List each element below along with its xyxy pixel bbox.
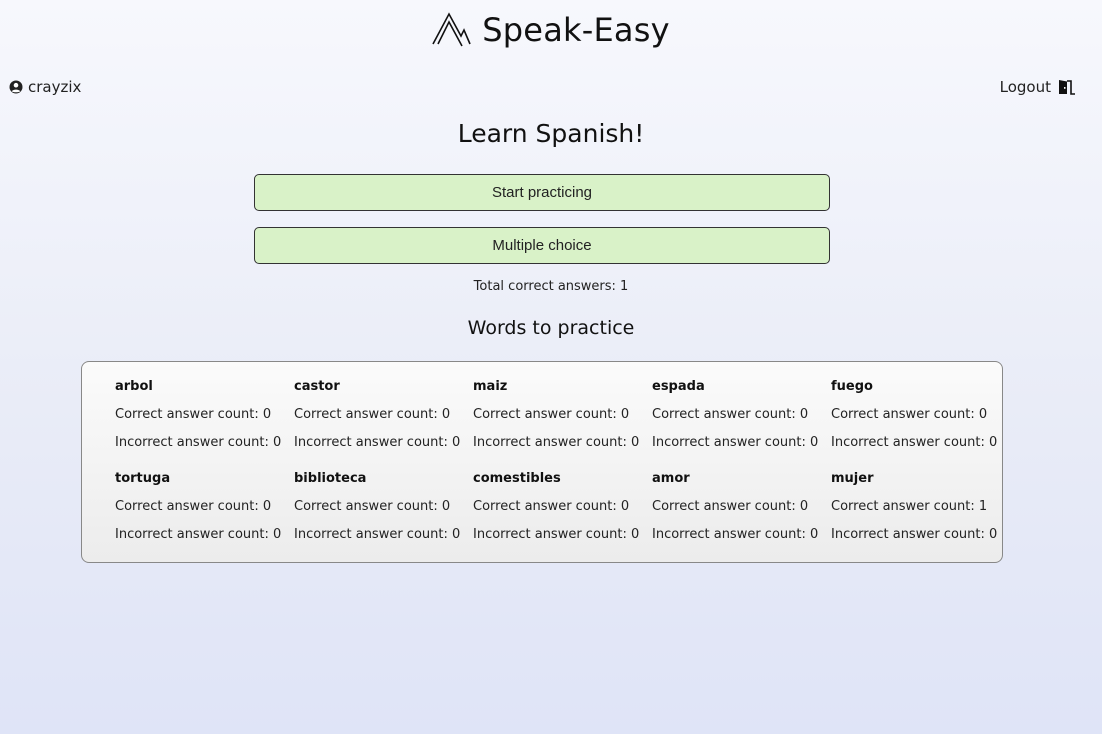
word-text: fuego: [831, 379, 873, 394]
app-logo[interactable]: Speak-Easy: [432, 10, 670, 50]
correct-count: Correct answer count: 0: [294, 407, 451, 422]
word-text: castor: [294, 379, 340, 394]
total-correct-answers: Total correct answers: 1: [473, 279, 629, 294]
incorrect-count: Incorrect answer count: 0: [652, 527, 819, 542]
incorrect-count: Incorrect answer count: 0: [652, 435, 819, 450]
mountain-logo-icon: [432, 12, 472, 47]
word-text: arbol: [115, 379, 153, 394]
correct-count: Correct answer count: 0: [115, 499, 272, 514]
word-text: maiz: [473, 379, 508, 394]
correct-count: Correct answer count: 0: [473, 499, 630, 514]
user-menu[interactable]: crayzix: [9, 78, 81, 96]
word-text: amor: [652, 471, 690, 486]
incorrect-count: Incorrect answer count: 0: [473, 527, 640, 542]
logout-label: Logout: [999, 78, 1051, 96]
correct-count: Correct answer count: 0: [473, 407, 630, 422]
word-card: castor Correct answer count: 0 Incorrect…: [294, 378, 473, 470]
words-panel: arbol Correct answer count: 0 Incorrect …: [81, 361, 1003, 563]
incorrect-count: Incorrect answer count: 0: [831, 435, 998, 450]
words-section-title: Words to practice: [467, 317, 635, 339]
word-card: mujer Correct answer count: 1 Incorrect …: [831, 470, 1010, 562]
word-card: maiz Correct answer count: 0 Incorrect a…: [473, 378, 652, 470]
word-text: biblioteca: [294, 471, 367, 486]
words-grid: arbol Correct answer count: 0 Incorrect …: [115, 378, 1010, 562]
incorrect-count: Incorrect answer count: 0: [115, 527, 282, 542]
incorrect-count: Incorrect answer count: 0: [294, 527, 461, 542]
word-text: mujer: [831, 471, 874, 486]
incorrect-count: Incorrect answer count: 0: [115, 435, 282, 450]
app-header: Speak-Easy: [0, 10, 1102, 50]
word-card: arbol Correct answer count: 0 Incorrect …: [115, 378, 294, 470]
page-title: Learn Spanish!: [457, 119, 645, 148]
start-practicing-button[interactable]: Start practicing: [254, 174, 830, 211]
word-card: tortuga Correct answer count: 0 Incorrec…: [115, 470, 294, 562]
logout-button[interactable]: Logout: [1000, 78, 1076, 96]
word-card: fuego Correct answer count: 0 Incorrect …: [831, 378, 1010, 470]
word-card: amor Correct answer count: 0 Incorrect a…: [652, 470, 831, 562]
incorrect-count: Incorrect answer count: 0: [831, 527, 998, 542]
username: crayzix: [28, 78, 82, 96]
multiple-choice-button[interactable]: Multiple choice: [254, 227, 830, 264]
correct-count: Correct answer count: 0: [652, 407, 809, 422]
incorrect-count: Incorrect answer count: 0: [294, 435, 461, 450]
word-card: biblioteca Correct answer count: 0 Incor…: [294, 470, 473, 562]
correct-count: Correct answer count: 1: [831, 499, 988, 514]
app-name: Speak-Easy: [482, 11, 670, 49]
door-exit-icon: [1059, 80, 1075, 95]
correct-count: Correct answer count: 0: [652, 499, 809, 514]
correct-count: Correct answer count: 0: [831, 407, 988, 422]
correct-count: Correct answer count: 0: [115, 407, 272, 422]
incorrect-count: Incorrect answer count: 0: [473, 435, 640, 450]
word-text: tortuga: [115, 471, 171, 486]
word-card: espada Correct answer count: 0 Incorrect…: [652, 378, 831, 470]
word-text: espada: [652, 379, 705, 394]
user-circle-icon: [9, 80, 23, 94]
correct-count: Correct answer count: 0: [294, 499, 451, 514]
word-card: comestibles Correct answer count: 0 Inco…: [473, 470, 652, 562]
word-text: comestibles: [473, 471, 561, 486]
